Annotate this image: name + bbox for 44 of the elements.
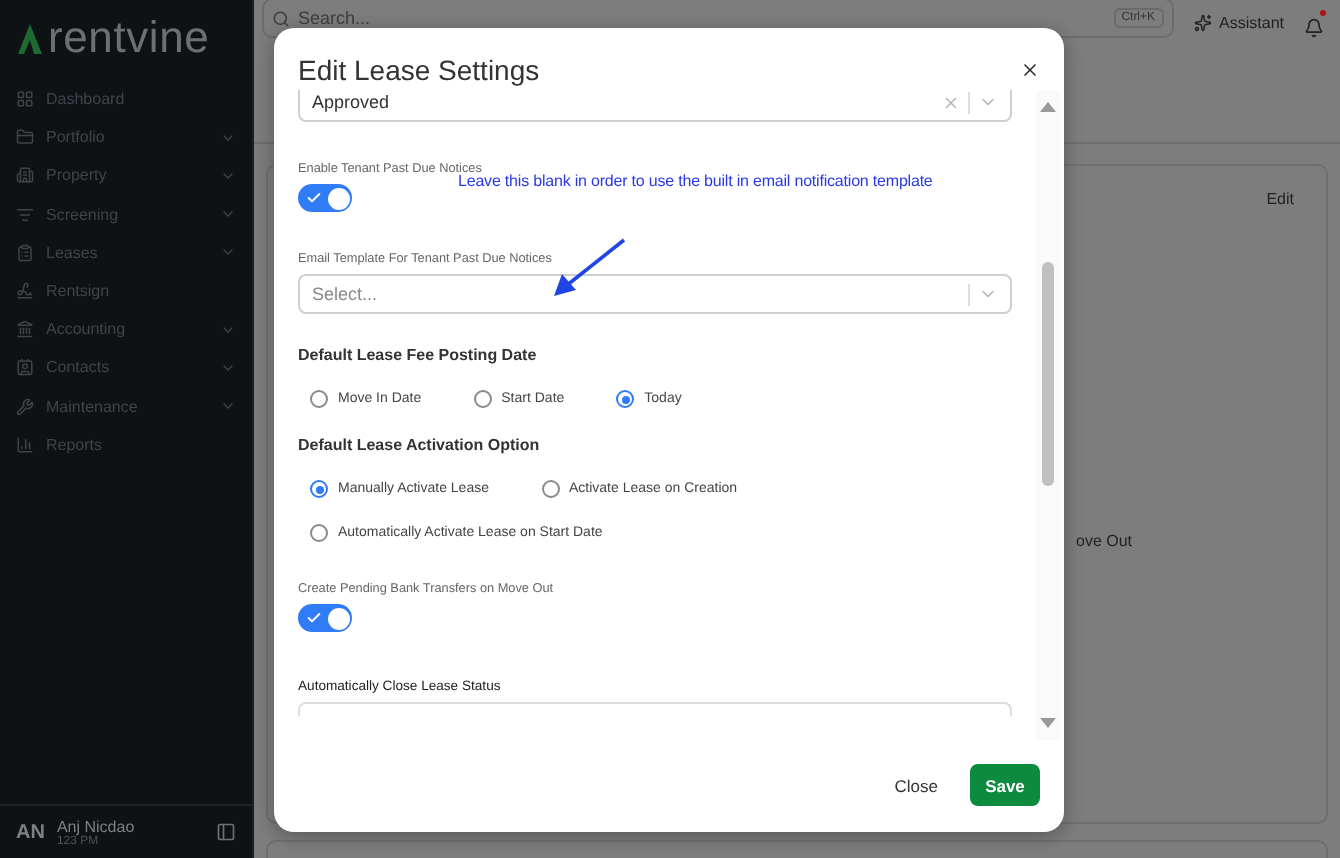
logo-text: rentvine	[48, 12, 210, 64]
nav-icon	[16, 435, 34, 454]
scrollbar[interactable]	[1036, 90, 1060, 740]
radio-button[interactable]	[310, 390, 328, 408]
nav-icon	[16, 397, 34, 416]
nav-icon	[16, 90, 34, 109]
edit-link[interactable]: Edit	[1266, 190, 1294, 208]
radio-button[interactable]	[616, 390, 635, 408]
user-name: Anj Nicdao	[56, 817, 137, 835]
section-heading: Default Lease Fee Posting Date	[298, 346, 539, 364]
annotation-text: Leave this blank in order to use the built in email notification template	[458, 172, 933, 190]
nav-icon	[16, 282, 34, 301]
radio-button[interactable]	[310, 480, 328, 498]
panel-toggle-icon[interactable]	[216, 822, 236, 842]
toggle-switch[interactable]	[298, 604, 352, 632]
nav-icon	[16, 166, 34, 185]
logo-icon	[16, 20, 44, 56]
check-icon	[306, 190, 322, 206]
save-button[interactable]: Save	[970, 764, 1040, 806]
nav-icon	[16, 320, 34, 339]
annotation-arrow	[554, 238, 626, 296]
nav-icon	[16, 243, 34, 262]
nav-icon	[16, 128, 34, 147]
radio-button[interactable]	[541, 480, 559, 498]
select-field[interactable]: Approved	[298, 90, 1012, 122]
select-field[interactable]	[298, 702, 1012, 716]
clear-icon[interactable]	[942, 93, 960, 111]
search-icon	[272, 9, 290, 27]
assistant-button[interactable]: Assistant	[1193, 13, 1284, 31]
nav-icon	[16, 205, 34, 224]
nav-icon	[16, 358, 34, 377]
user-initials: AN	[16, 821, 45, 843]
close-icon[interactable]	[1020, 59, 1040, 79]
card-text: ove Out	[1076, 532, 1133, 550]
toggle-switch[interactable]	[298, 184, 352, 212]
select-field[interactable]: Select...	[298, 274, 1012, 314]
section-heading: Default Lease Activation Option	[298, 436, 542, 454]
notifications-button[interactable]	[1304, 12, 1324, 32]
close-button[interactable]: Close	[882, 767, 950, 803]
modal-title: Edit Lease Settings	[298, 53, 540, 85]
sparkle-icon	[1193, 13, 1212, 31]
check-icon	[306, 610, 322, 626]
radio-button[interactable]	[473, 390, 492, 408]
radio-button[interactable]	[310, 524, 328, 542]
